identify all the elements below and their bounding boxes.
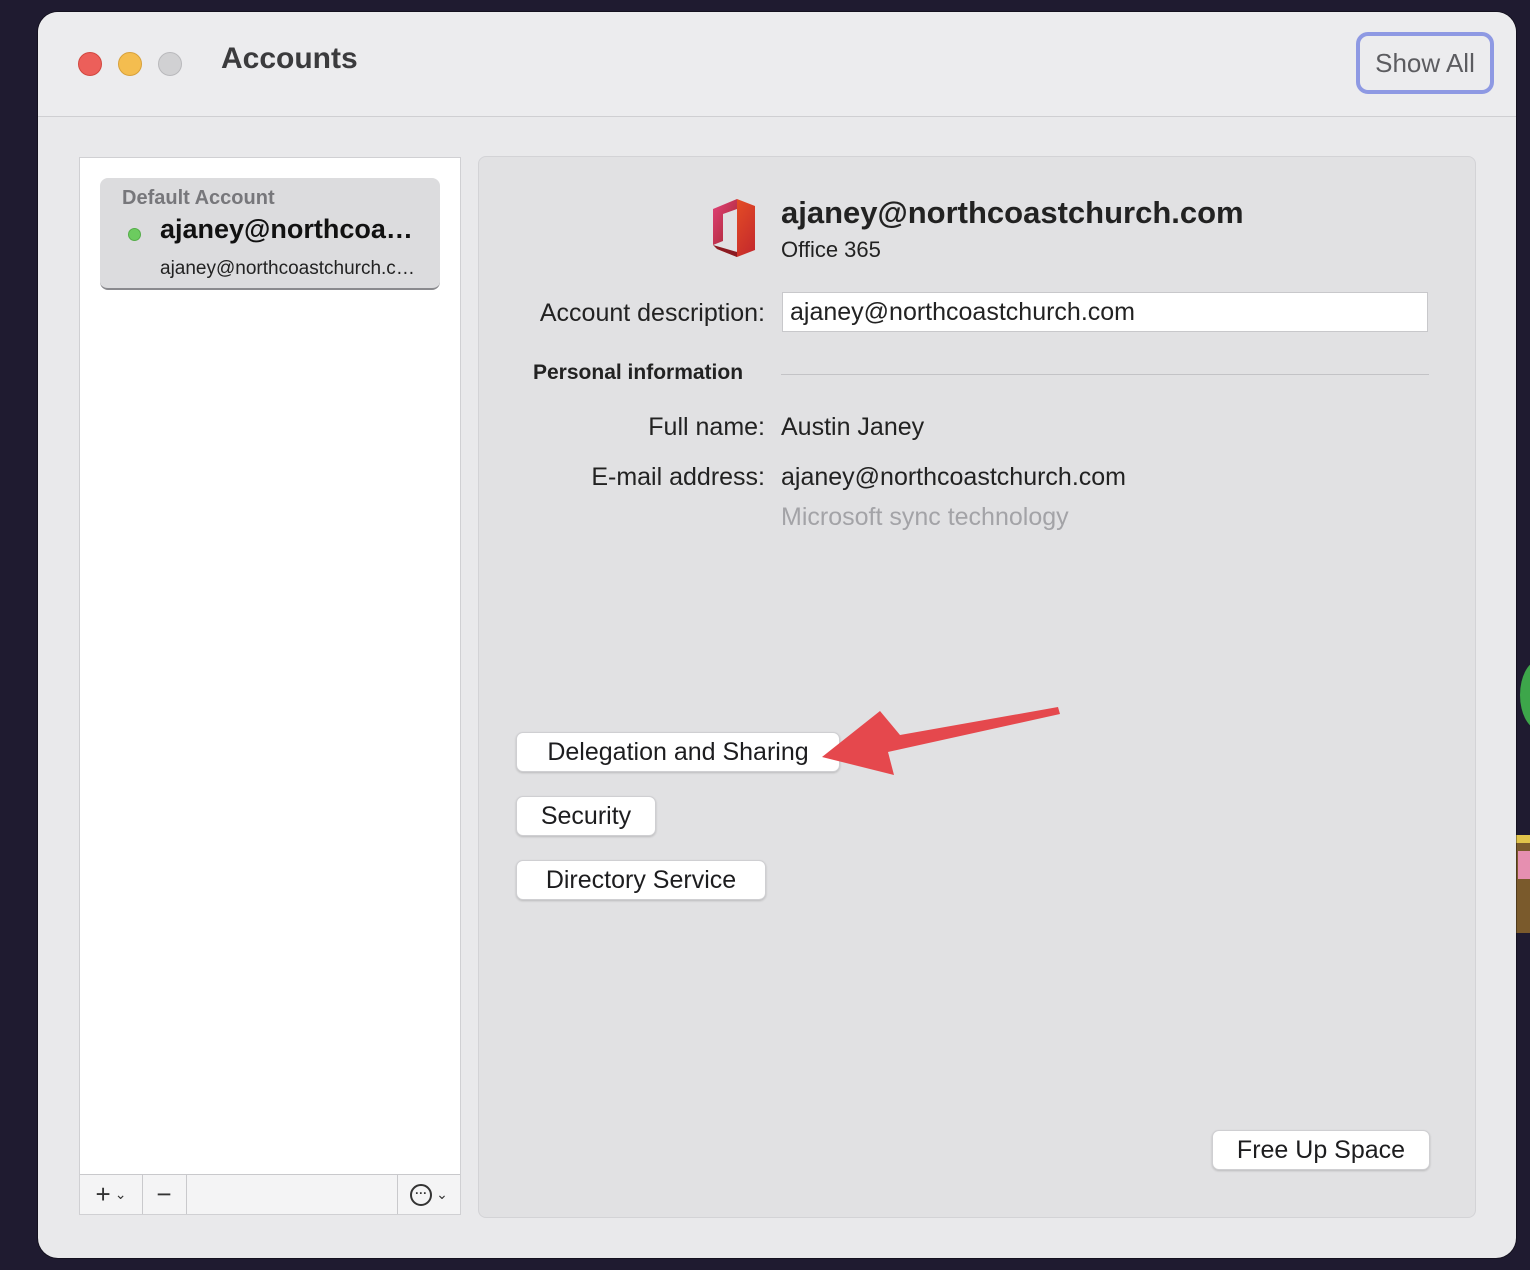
chevron-down-icon: ⌄: [114, 1186, 127, 1202]
free-up-space-button[interactable]: Free Up Space: [1212, 1130, 1430, 1170]
directory-service-button[interactable]: Directory Service: [516, 860, 766, 900]
account-list-item[interactable]: Default Account ajaney@northcoastchurch.…: [100, 178, 440, 290]
account-description-field[interactable]: [782, 292, 1428, 332]
account-name: ajaney@northcoastchurch.com: [160, 214, 424, 244]
remove-account-button[interactable]: −: [142, 1175, 187, 1214]
accounts-sidebar: Default Account ajaney@northcoastchurch.…: [79, 157, 461, 1215]
close-icon[interactable]: [78, 52, 102, 76]
delegation-and-sharing-button[interactable]: Delegation and Sharing: [516, 732, 840, 772]
divider: [781, 374, 1429, 375]
chevron-down-icon: ⌄: [436, 1186, 448, 1202]
more-options-button[interactable]: ··· ⌄: [397, 1175, 460, 1214]
account-email: ajaney@northcoastchurch.com: [160, 258, 416, 279]
default-account-label: Default Account: [122, 187, 275, 209]
zoom-icon[interactable]: [158, 52, 182, 76]
status-online-icon: [128, 228, 141, 241]
personal-information-heading: Personal information: [533, 361, 744, 384]
window-title: Accounts: [221, 42, 358, 75]
account-header-email: ajaney@northcoastchurch.com: [781, 195, 1244, 230]
title-bar: Accounts Show All: [38, 12, 1516, 117]
plus-icon: +: [95, 1179, 111, 1209]
minus-icon: −: [156, 1179, 172, 1209]
security-button[interactable]: Security: [516, 796, 656, 836]
accounts-window: Accounts Show All Default Account ajaney…: [38, 12, 1516, 1258]
background-decoration: [1520, 660, 1530, 730]
account-description-label: Account description:: [539, 299, 765, 327]
email-address-value: ajaney@northcoastchurch.com: [781, 463, 1126, 491]
sync-technology-note: Microsoft sync technology: [781, 503, 1069, 531]
account-type: Office 365: [781, 237, 881, 262]
account-detail-panel: ajaney@northcoastchurch.com Office 365 A…: [478, 156, 1476, 1218]
add-account-button[interactable]: + ⌄: [80, 1175, 143, 1214]
minimize-icon[interactable]: [118, 52, 142, 76]
full-name-label: Full name:: [648, 413, 765, 441]
sidebar-toolbar: + ⌄ − ··· ⌄: [80, 1174, 460, 1214]
more-options-icon: ···: [410, 1183, 433, 1206]
office-logo-icon: [713, 199, 755, 257]
show-all-button[interactable]: Show All: [1356, 32, 1494, 94]
full-name-value: Austin Janey: [781, 413, 925, 441]
email-address-label: E-mail address:: [591, 463, 765, 491]
